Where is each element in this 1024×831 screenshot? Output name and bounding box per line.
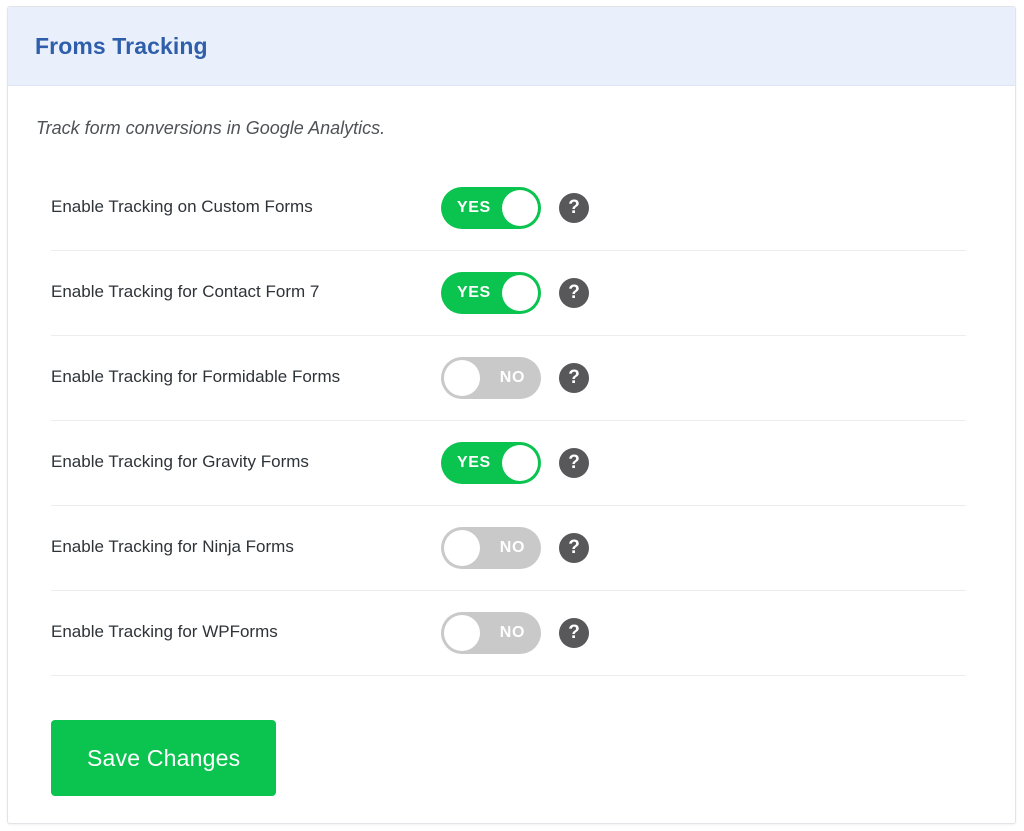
toggle-switch[interactable]: YES <box>441 441 541 484</box>
toggle-knob[interactable] <box>502 274 538 311</box>
question-mark-icon[interactable]: ? <box>559 192 589 223</box>
setting-label: Enable Tracking for Formidable Forms <box>51 367 341 387</box>
toggle-switch[interactable]: NO <box>441 611 541 654</box>
setting-label: Enable Tracking on Custom Forms <box>51 197 313 217</box>
question-mark-icon[interactable]: ? <box>559 447 589 478</box>
setting-row: Enable Tracking for Contact Form 7 YES? <box>51 251 966 336</box>
setting-controls: YES? <box>441 186 589 229</box>
setting-label: Enable Tracking for Ninja Forms <box>51 537 294 557</box>
setting-label: Enable Tracking for WPForms <box>51 622 278 642</box>
toggle-switch[interactable]: YES <box>441 186 541 229</box>
card-footer: Save Changes <box>51 719 988 796</box>
card-description: Track form conversions in Google Analyti… <box>36 118 386 138</box>
toggle-knob[interactable] <box>502 189 538 226</box>
toggle-knob[interactable] <box>444 359 480 396</box>
setting-controls: NO? <box>441 611 589 654</box>
setting-row: Enable Tracking for Gravity Forms YES? <box>51 421 966 506</box>
toggle-switch[interactable]: YES <box>441 271 541 314</box>
setting-controls: NO? <box>441 356 589 399</box>
setting-row: Enable Tracking on Custom Forms YES? <box>51 166 966 251</box>
toggle-state-label: YES <box>457 283 491 301</box>
setting-row: Enable Tracking for WPForms NO? <box>51 591 966 676</box>
card-header: Froms Tracking <box>8 7 1015 86</box>
save-changes-button[interactable]: Save Changes <box>51 719 277 796</box>
setting-label: Enable Tracking for Contact Form 7 <box>51 282 320 302</box>
toggle-state-label: YES <box>457 453 491 471</box>
toggle-switch[interactable]: NO <box>441 356 541 399</box>
page-root: Froms Tracking Track form conversions in… <box>0 0 1024 831</box>
setting-controls: YES? <box>441 441 589 484</box>
question-mark-icon[interactable]: ? <box>559 532 589 563</box>
setting-row: Enable Tracking for Formidable Forms NO? <box>51 336 966 421</box>
setting-label: Enable Tracking for Gravity Forms <box>51 452 309 472</box>
setting-controls: NO? <box>441 526 589 569</box>
toggle-knob[interactable] <box>502 444 538 481</box>
settings-list: Enable Tracking on Custom Forms YES? Enabl… <box>51 166 966 676</box>
setting-row: Enable Tracking for Ninja Forms NO? <box>51 506 966 591</box>
page-title: Froms Tracking <box>35 32 208 59</box>
card-body: Track form conversions in Google Analyti… <box>8 118 1015 796</box>
toggle-state-label: YES <box>457 198 491 216</box>
toggle-knob[interactable] <box>444 614 480 651</box>
toggle-state-label: NO <box>499 368 525 386</box>
question-mark-icon[interactable]: ? <box>559 362 589 393</box>
toggle-state-label: NO <box>499 623 525 641</box>
setting-controls: YES? <box>441 271 589 314</box>
forms-tracking-card: Froms Tracking Track form conversions in… <box>7 6 1016 824</box>
question-mark-icon[interactable]: ? <box>559 617 589 648</box>
toggle-knob[interactable] <box>444 529 480 566</box>
toggle-state-label: NO <box>499 538 525 556</box>
question-mark-icon[interactable]: ? <box>559 277 589 308</box>
toggle-switch[interactable]: NO <box>441 526 541 569</box>
